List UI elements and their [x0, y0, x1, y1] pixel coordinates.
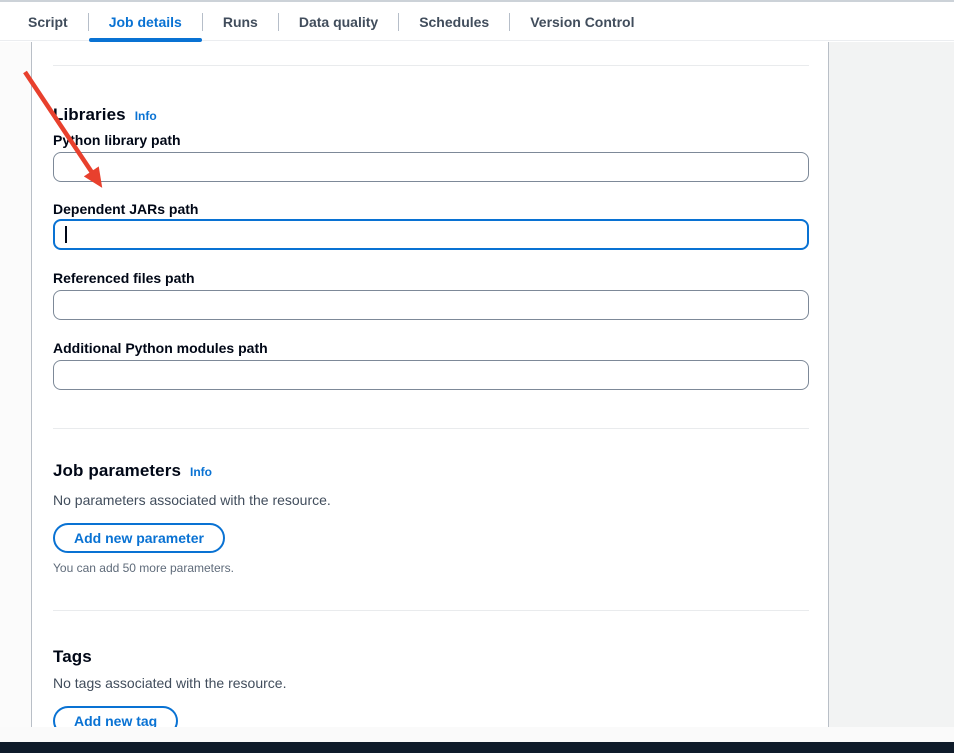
dependent-jars-path-input[interactable] [53, 219, 809, 250]
tab-version-control[interactable]: Version Control [510, 2, 654, 42]
job-parameters-title: Job parameters [53, 460, 181, 482]
python-library-path-field [53, 152, 809, 182]
additional-python-modules-path-input[interactable] [53, 360, 809, 390]
content-row: Libraries Info Python library path Depen… [0, 42, 954, 727]
tab-job-details[interactable]: Job details [89, 2, 202, 42]
console-footer-bar [0, 742, 954, 753]
text-cursor [65, 226, 67, 243]
tags-section: Tags No tags associated with the resourc… [53, 646, 809, 727]
tab-runs-label: Runs [223, 14, 258, 30]
tab-version-control-label: Version Control [530, 14, 634, 30]
tab-script[interactable]: Script [8, 2, 88, 42]
job-parameters-hint-text: You can add 50 more parameters. [53, 560, 809, 576]
add-new-parameter-button[interactable]: Add new parameter [53, 523, 225, 553]
tab-schedules-label: Schedules [419, 14, 489, 30]
tab-schedules[interactable]: Schedules [399, 2, 509, 42]
tags-empty-text: No tags associated with the resource. [53, 673, 809, 693]
section-divider [53, 65, 809, 66]
tab-bar: Script Job details Runs Data quality Sch… [0, 0, 954, 42]
job-parameters-info-link[interactable]: Info [190, 465, 212, 479]
job-parameters-section: Job parameters Info No parameters associ… [53, 460, 809, 576]
section-divider [53, 610, 809, 611]
tab-data-quality[interactable]: Data quality [279, 2, 398, 42]
libraries-title: Libraries [53, 104, 126, 126]
libraries-info-link[interactable]: Info [135, 109, 157, 123]
tab-job-details-label: Job details [109, 14, 182, 30]
bottom-strip [0, 727, 954, 742]
tab-script-label: Script [28, 14, 68, 30]
dependent-jars-path-field [53, 219, 809, 250]
additional-python-modules-path-label: Additional Python modules path [53, 339, 809, 357]
libraries-section: Libraries Info Python library path Depen… [53, 104, 809, 390]
right-gutter [829, 42, 954, 727]
tab-data-quality-label: Data quality [299, 14, 378, 30]
tags-title: Tags [53, 646, 92, 668]
referenced-files-path-input[interactable] [53, 290, 809, 320]
glue-job-details-page: Script Job details Runs Data quality Sch… [0, 0, 954, 753]
left-gutter [0, 42, 32, 727]
job-details-panel: Libraries Info Python library path Depen… [32, 42, 829, 727]
tab-runs[interactable]: Runs [203, 2, 278, 42]
section-divider [53, 428, 809, 429]
additional-python-modules-path-field [53, 360, 809, 390]
add-new-tag-button[interactable]: Add new tag [53, 706, 178, 727]
job-parameters-empty-text: No parameters associated with the resour… [53, 490, 809, 510]
referenced-files-path-field [53, 290, 809, 320]
dependent-jars-path-label: Dependent JARs path [53, 200, 809, 218]
python-library-path-label: Python library path [53, 131, 809, 149]
referenced-files-path-label: Referenced files path [53, 269, 809, 287]
python-library-path-input[interactable] [53, 152, 809, 182]
